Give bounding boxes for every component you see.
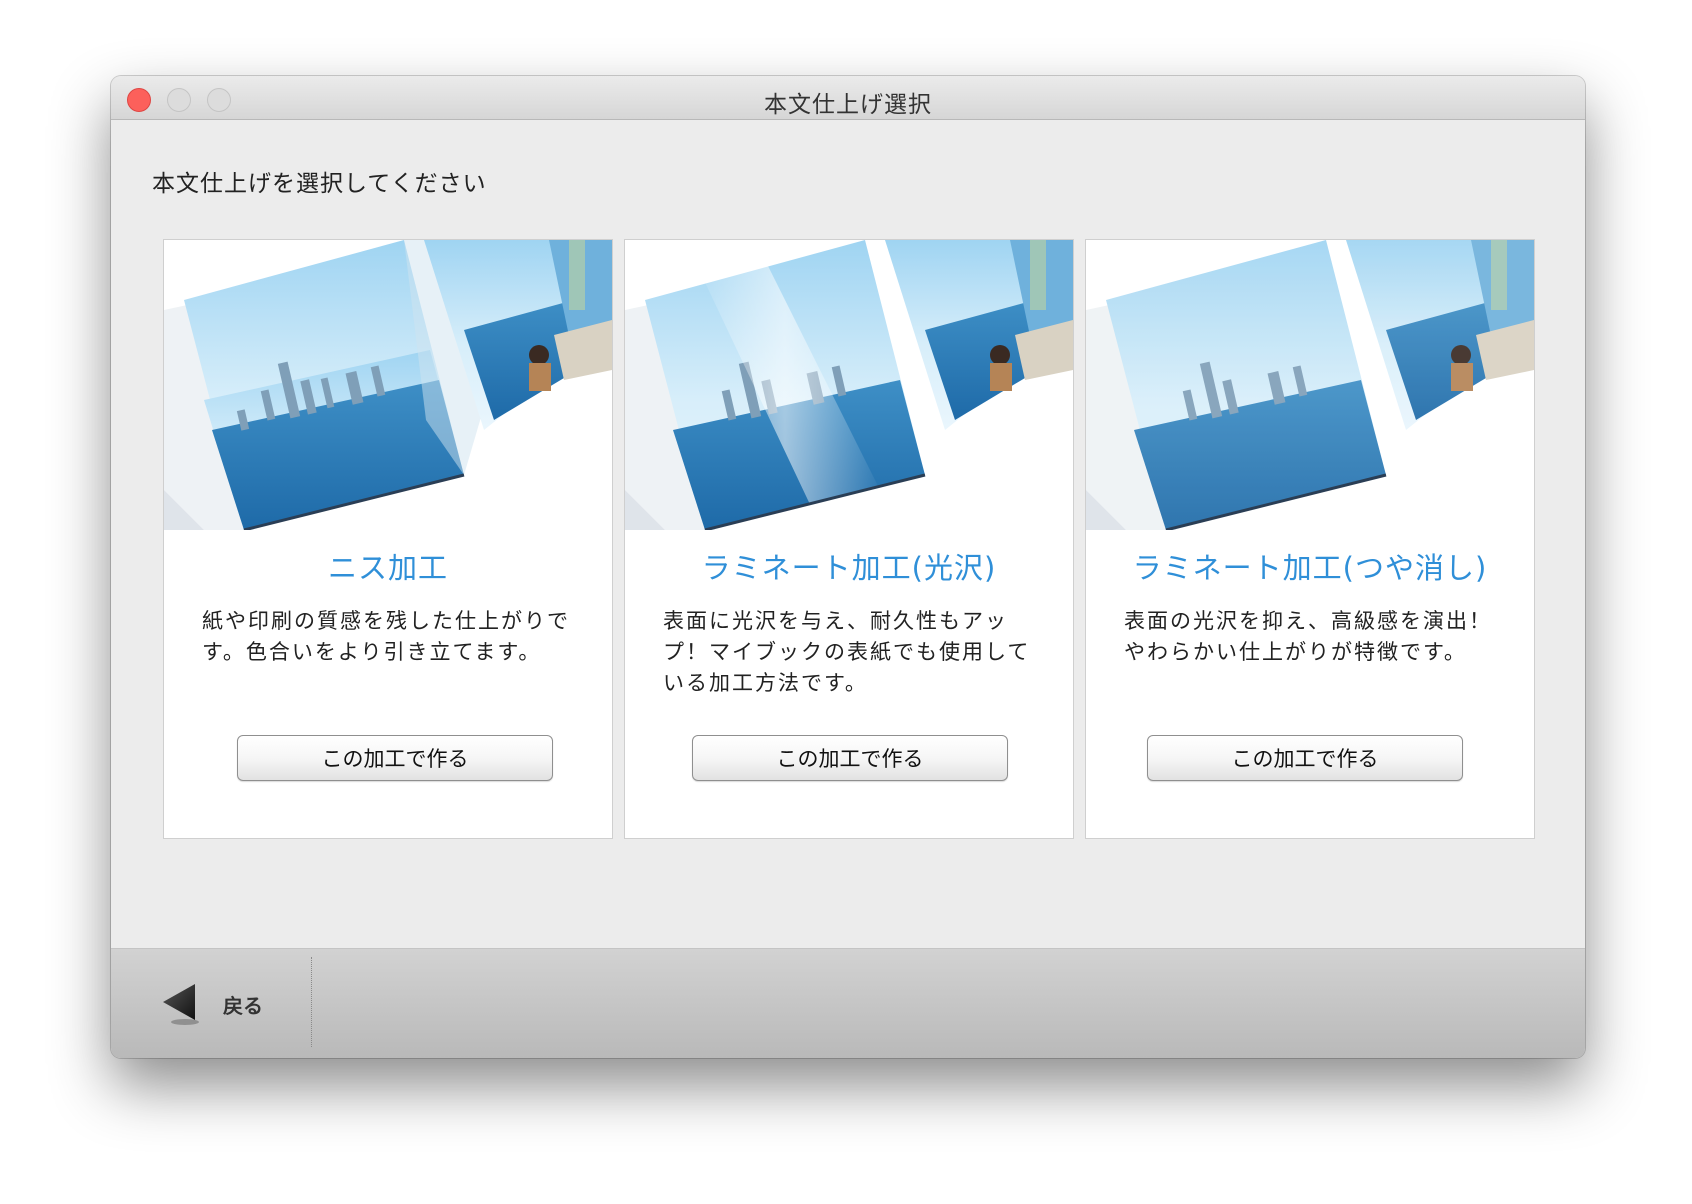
finish-option-card: ラミネート加工(つや消し) 表面の光沢を抑え、高級感を演出！やわらかい仕上がりが… — [1085, 239, 1535, 839]
window-title: 本文仕上げ選択 — [764, 92, 932, 118]
finish-option-card: ラミネート加工(光沢) 表面に光沢を与え、耐久性もアップ！マイブックの表紙でも使… — [624, 239, 1074, 839]
make-with-finish-button[interactable]: この加工で作る — [1147, 735, 1463, 781]
bottom-toolbar: 戻る — [111, 948, 1585, 1058]
photobook-preview-image — [1086, 240, 1534, 530]
make-with-finish-button[interactable]: この加工で作る — [237, 735, 553, 781]
option-title: ニス加工 — [327, 551, 448, 585]
make-with-finish-button[interactable]: この加工で作る — [692, 735, 1008, 781]
option-title: ラミネート加工(光沢) — [701, 551, 997, 585]
option-description: 表面の光沢を抑え、高級感を演出！やわらかい仕上がりが特徴です。 — [1124, 609, 1492, 664]
finish-option-card: ニス加工 紙や印刷の質感を残した仕上がりです。色合いをより引き立てます。 この加… — [163, 239, 613, 839]
back-button[interactable]: 戻る — [161, 979, 281, 1029]
option-title: ラミネート加工(つや消し) — [1132, 551, 1488, 585]
photobook-preview-image — [164, 240, 612, 530]
option-description: 紙や印刷の質感を残した仕上がりです。色合いをより引き立てます。 — [202, 609, 570, 664]
dialog-window: 本文仕上げ選択 本文仕上げを選択してください ニス加工 紙や印刷の質感を残した仕… — [111, 76, 1585, 1058]
title-bar[interactable]: 本文仕上げ選択 — [111, 76, 1585, 120]
photobook-preview-image — [625, 240, 1073, 530]
instruction-text: 本文仕上げを選択してください — [152, 171, 487, 197]
toolbar-separator — [311, 957, 312, 1047]
option-description: 表面に光沢を与え、耐久性もアップ！マイブックの表紙でも使用している加工方法です。 — [663, 609, 1031, 695]
back-label: 戻る — [223, 993, 263, 1018]
back-triangle-icon — [163, 984, 199, 1025]
